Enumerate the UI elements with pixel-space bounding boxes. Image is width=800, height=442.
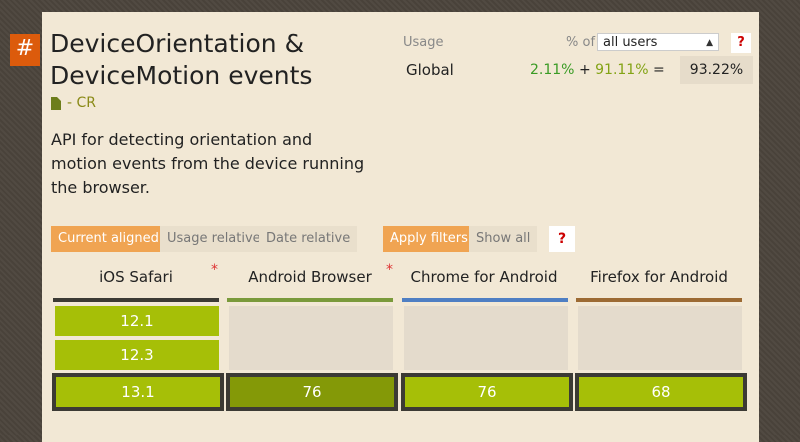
- select-arrows-icon: ▲: [706, 38, 713, 48]
- browser-firefox-for-android[interactable]: Firefox for Android: [577, 268, 741, 286]
- anchor-link[interactable]: #: [10, 34, 40, 66]
- usage-breakdown: 2.11% + 91.11% =: [530, 62, 665, 78]
- android-browser-empty-cell: [229, 306, 393, 370]
- android-browser-current-version[interactable]: 76: [226, 373, 398, 411]
- current-version-label: 76: [230, 377, 394, 407]
- plus-sign: +: [578, 62, 591, 78]
- users-select-value: all users: [603, 35, 658, 50]
- date-relative-button[interactable]: Date relative: [259, 226, 358, 252]
- spec-status: - CR: [51, 95, 96, 111]
- partial-percent: 91.11%: [595, 62, 649, 78]
- browser-chrome-for-android[interactable]: Chrome for Android: [402, 268, 566, 286]
- equals-sign: =: [652, 62, 665, 78]
- chrome-android-empty-cell: [404, 306, 568, 370]
- title-line-1: DeviceOrientation &: [50, 29, 305, 58]
- firefox-android-current-version[interactable]: 68: [575, 373, 747, 411]
- document-icon[interactable]: [51, 96, 61, 110]
- ios-safari-color-bar: [53, 298, 219, 302]
- browser-android-browser[interactable]: Android Browser: [228, 268, 392, 286]
- chrome-android-current-version[interactable]: 76: [401, 373, 573, 411]
- current-version-label: 13.1: [56, 377, 220, 407]
- title-line-2: DeviceMotion events: [50, 61, 313, 90]
- ios-safari-current-version[interactable]: 13.1: [52, 373, 224, 411]
- ios-safari-note-marker[interactable]: *: [211, 262, 218, 278]
- percent-of-label: % of: [566, 35, 596, 50]
- current-aligned-button[interactable]: Current aligned: [51, 226, 166, 252]
- usage-label: Usage: [403, 35, 444, 50]
- firefox-android-empty-cell: [578, 306, 742, 370]
- android-browser-note-marker[interactable]: *: [386, 262, 393, 278]
- usage-relative-button[interactable]: Usage relative: [160, 226, 268, 252]
- page-title: DeviceOrientation & DeviceMotion events: [50, 28, 312, 92]
- current-version-label: 68: [579, 377, 743, 407]
- android-browser-color-bar: [227, 298, 393, 302]
- apply-filters-button[interactable]: Apply filters: [383, 226, 475, 252]
- total-percent: 93.22%: [680, 56, 753, 84]
- feature-description: API for detecting orientation and motion…: [51, 130, 365, 197]
- show-all-button[interactable]: Show all: [469, 226, 538, 252]
- status-label: - CR: [67, 95, 97, 111]
- ios-safari-version-12-1[interactable]: 12.1: [55, 306, 219, 336]
- chrome-android-color-bar: [402, 298, 568, 302]
- filters-help-button[interactable]: ?: [549, 226, 575, 252]
- region-label: Global: [406, 61, 454, 79]
- current-version-label: 76: [405, 377, 569, 407]
- browser-ios-safari[interactable]: iOS Safari: [54, 268, 218, 286]
- ios-safari-version-12-3[interactable]: 12.3: [55, 340, 219, 370]
- users-select[interactable]: all users ▲: [597, 33, 719, 51]
- usage-help-button[interactable]: ?: [731, 33, 751, 53]
- firefox-android-color-bar: [576, 298, 742, 302]
- supported-percent: 2.11%: [530, 62, 575, 78]
